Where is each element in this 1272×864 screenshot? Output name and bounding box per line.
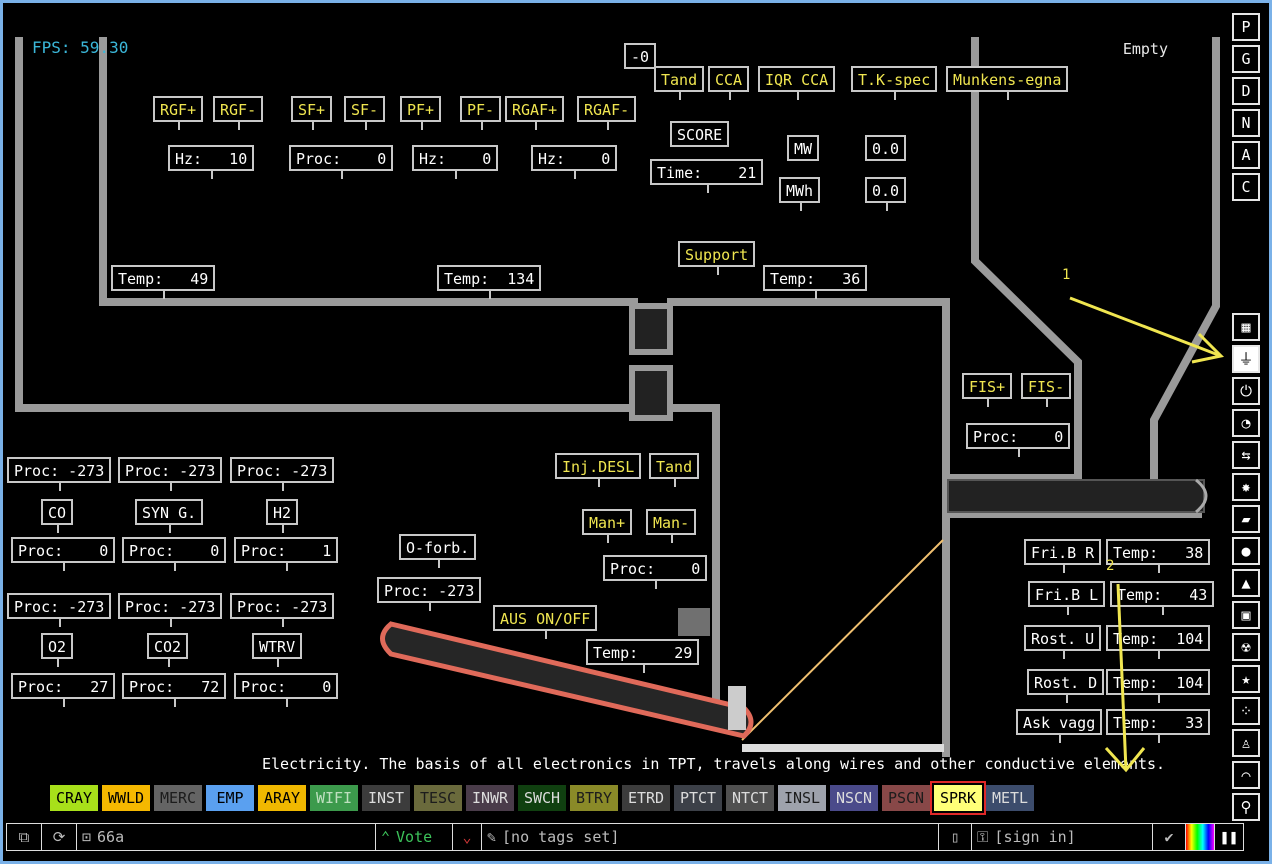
element-button-metl[interactable]: METL — [986, 785, 1034, 811]
element-button-merc[interactable]: MERC — [154, 785, 202, 811]
element-button-sprk[interactable]: SPRK — [930, 781, 986, 815]
tags-field[interactable]: ✎ [no tags set] — [481, 823, 939, 851]
save-icon: ⊡ — [82, 828, 92, 846]
powders-icon[interactable]: ▲ — [1232, 569, 1260, 597]
game-window: FPS: 59.30 Empty -0 Tand CCA IQR CCA T.K… — [0, 0, 1272, 864]
favorites-icon[interactable]: ⌒ — [1232, 761, 1260, 789]
electronics-icon[interactable]: ⏚ — [1232, 345, 1260, 373]
menu-button-g[interactable]: G — [1232, 45, 1260, 73]
key-icon: ⚿ — [977, 828, 989, 846]
element-button-wwld[interactable]: WWLD — [102, 785, 150, 811]
element-button-inwr[interactable]: INWR — [466, 785, 514, 811]
element-button-ntct[interactable]: NTCT — [726, 785, 774, 811]
element-button-inst[interactable]: INST — [362, 785, 410, 811]
special-icon[interactable]: ★ — [1232, 665, 1260, 693]
pause-button[interactable]: ❚❚ — [1214, 823, 1244, 851]
element-button-etrd[interactable]: ETRD — [622, 785, 670, 811]
element-button-insl[interactable]: INSL — [778, 785, 826, 811]
element-button-wifi[interactable]: WIFI — [310, 785, 358, 811]
element-button-cray[interactable]: CRAY — [50, 785, 98, 811]
gases-icon[interactable]: ▰ — [1232, 505, 1260, 533]
element-button-btry[interactable]: BTRY — [570, 785, 618, 811]
menu-button-n[interactable]: N — [1232, 109, 1260, 137]
menu-button-a[interactable]: A — [1232, 141, 1260, 169]
liquids-icon[interactable]: ● — [1232, 537, 1260, 565]
tags-text: [no tags set] — [502, 828, 620, 846]
save-id: 66a — [97, 828, 125, 846]
radioactive-icon[interactable]: ☢ — [1232, 633, 1260, 661]
element-button-ptct[interactable]: PTCT — [674, 785, 722, 811]
sign-in-label: [sign in] — [994, 828, 1076, 846]
settings-button[interactable]: ✔ — [1152, 823, 1186, 851]
life-icon[interactable]: ⁘ — [1232, 697, 1260, 725]
tag-icon: ✎ — [487, 828, 497, 846]
search-icon[interactable]: ⚲ — [1232, 793, 1260, 821]
menu-button-p[interactable]: P — [1232, 13, 1260, 41]
force-icon[interactable]: ⇆ — [1232, 441, 1260, 469]
thumbs-up-icon: ⌃ — [381, 828, 391, 846]
thumbs-down-icon: ⌄ — [462, 828, 472, 846]
annotation-1: 1 — [1062, 267, 1071, 283]
new-simulation-button[interactable]: ▯ — [938, 823, 972, 851]
tools-icon[interactable]: ♙ — [1232, 729, 1260, 757]
bottom-bar: ⧉ ⟳ ⊡ 66a ⌃ Vote ⌄ ✎ [no tags set] ▯ ⚿ [sign… — [6, 823, 1272, 853]
pause-icon: ❚❚ — [1219, 828, 1239, 846]
reload-button[interactable]: ⟳ — [41, 823, 77, 851]
menu-button-c[interactable]: C — [1232, 173, 1260, 201]
render-mode-button[interactable] — [1185, 823, 1215, 851]
new-file-icon: ▯ — [950, 828, 960, 846]
vote-down-button[interactable]: ⌄ — [452, 823, 482, 851]
solids-icon[interactable]: ▣ — [1232, 601, 1260, 629]
sign-in-button[interactable]: ⚿ [sign in] — [971, 823, 1153, 851]
annotation-2: 2 — [1106, 558, 1115, 574]
element-button-emp[interactable]: EMP — [206, 785, 254, 811]
element-bar: CRAY WWLD MERC EMP ARAY WIFI INST TESC INWR SWCH B… — [50, 781, 1034, 815]
simulation-area[interactable]: FPS: 59.30 Empty -0 Tand CCA IQR CCA T.K… — [6, 6, 1228, 818]
element-button-swch[interactable]: SWCH — [518, 785, 566, 811]
vote-label: Vote — [396, 828, 433, 846]
walls-icon[interactable]: ▦ — [1232, 313, 1260, 341]
annotation-arrows — [1069, 296, 1225, 773]
powered-icon[interactable]: ⏻ — [1232, 377, 1260, 405]
check-icon: ✔ — [1164, 828, 1174, 846]
vote-up-button[interactable]: ⌃ Vote — [375, 823, 453, 851]
reload-icon: ⟳ — [52, 828, 66, 846]
open-save-button[interactable]: ⧉ — [6, 823, 42, 851]
sensors-icon[interactable]: ◔ — [1232, 409, 1260, 437]
element-button-aray[interactable]: ARAY — [258, 785, 306, 811]
explosives-icon[interactable]: ✸ — [1232, 473, 1260, 501]
element-button-pscn[interactable]: PSCN — [882, 785, 930, 811]
element-button-nscn[interactable]: NSCN — [830, 785, 878, 811]
element-button-tesc[interactable]: TESC — [414, 785, 462, 811]
open-icon: ⧉ — [18, 828, 30, 846]
menu-button-d[interactable]: D — [1232, 77, 1260, 105]
save-name-field[interactable]: ⊡ 66a — [76, 823, 376, 851]
